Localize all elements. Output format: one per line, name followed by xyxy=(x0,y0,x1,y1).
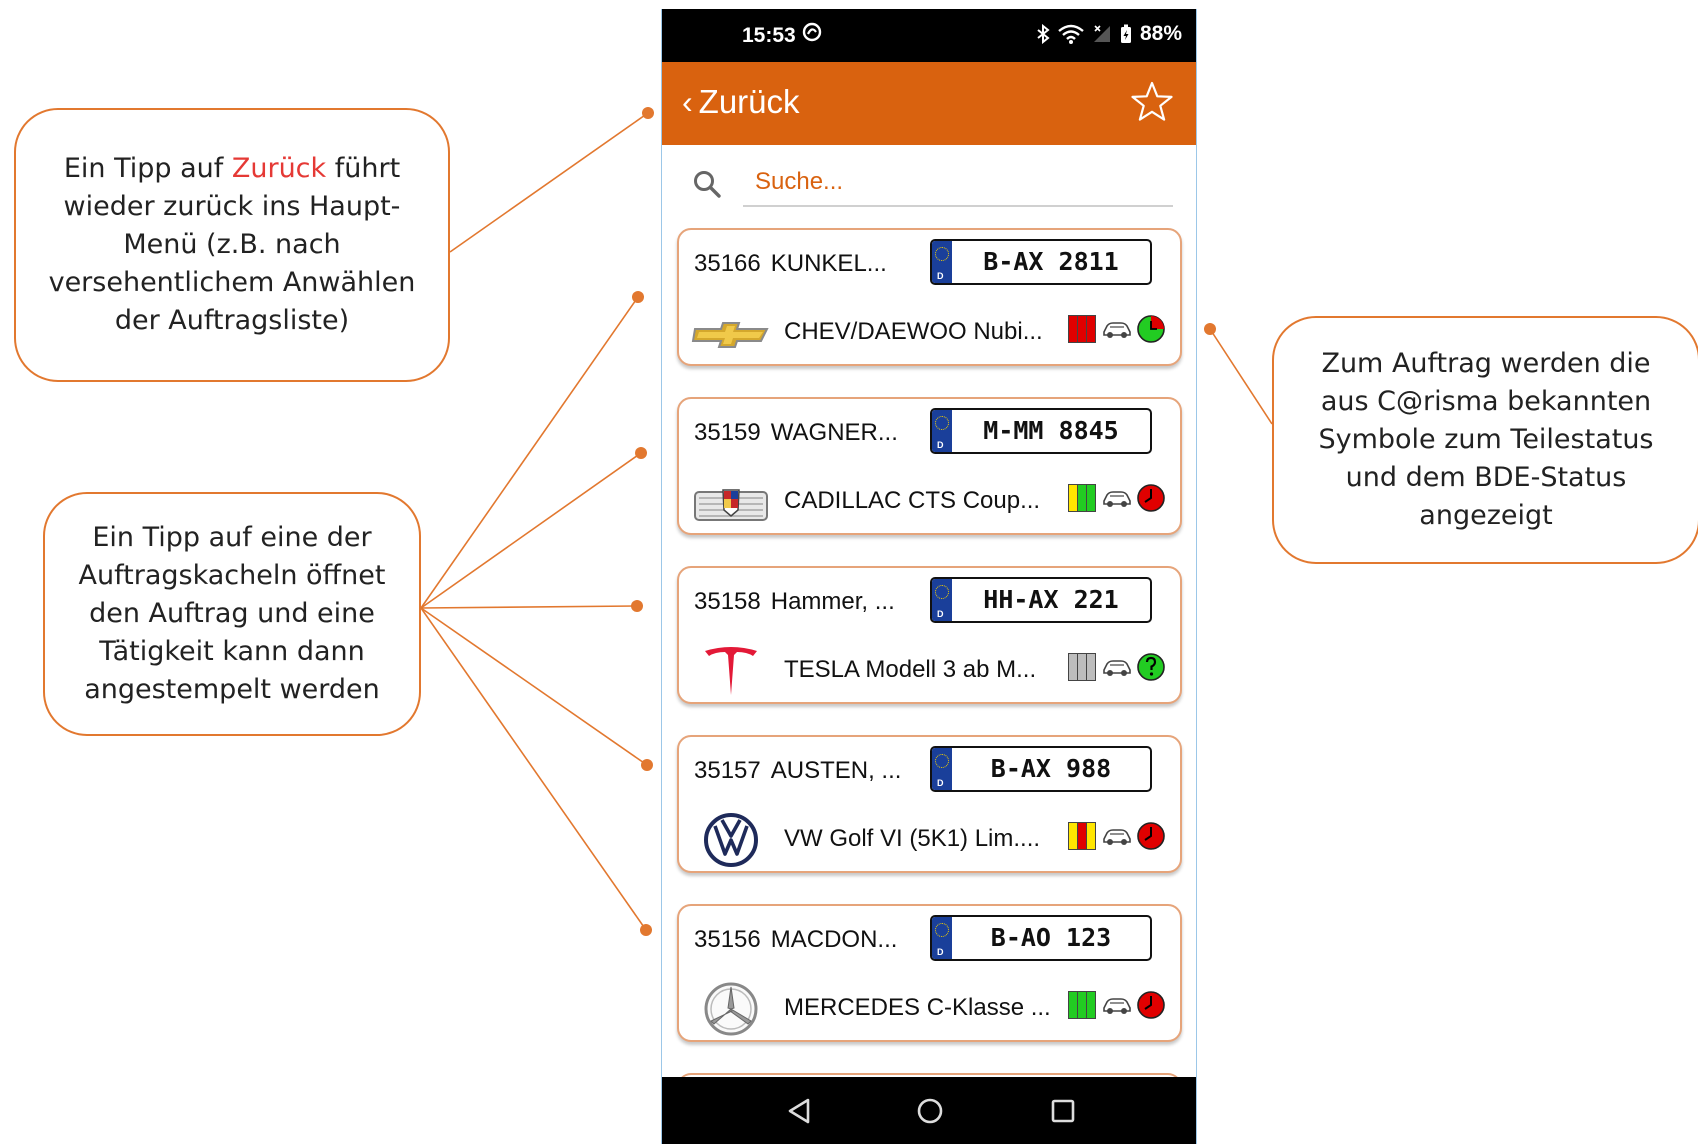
license-plate-text: B-AX 988 xyxy=(990,754,1112,783)
chevrolet-logo-icon xyxy=(691,305,771,361)
vehicle-name: CADILLAC CTS Coup... xyxy=(784,487,1041,514)
do-not-disturb-icon xyxy=(802,22,822,42)
parts-status-icon xyxy=(1068,653,1096,681)
order-card[interactable]: 35166 KUNKEL... D B-AX 2811 CHEV/DAEWOO Nubi… xyxy=(677,228,1182,366)
vehicle-status-icon xyxy=(1102,656,1132,678)
order-card[interactable]: 35156 MACDON... D B-AO 123 MERCEDES C-Klasse… xyxy=(677,904,1182,1042)
customer-name: Hammer, ... xyxy=(770,588,895,615)
parts-status-icon xyxy=(1068,991,1096,1019)
bde-status-icon xyxy=(1136,314,1166,344)
vehicle-status-icon xyxy=(1102,825,1132,847)
favorite-star-icon[interactable] xyxy=(1130,80,1174,124)
order-card[interactable]: 35158 Hammer, ... D HH-AX 221 TESLA Modell 3… xyxy=(677,566,1182,704)
app-bar: ‹ Zurück xyxy=(662,62,1196,145)
vehicle-name: MERCEDES C-Klasse ... xyxy=(784,994,1051,1021)
vehicle-name: TESLA Modell 3 ab M... xyxy=(784,656,1037,683)
order-header: 35157 AUSTEN, ... xyxy=(694,757,901,785)
chevron-left-icon: ‹ xyxy=(682,84,693,120)
vw-logo-icon xyxy=(691,812,771,868)
parts-status-icon xyxy=(1068,822,1096,850)
search-icon xyxy=(694,171,721,198)
search-input[interactable] xyxy=(743,159,1173,207)
parts-status-icon xyxy=(1068,484,1096,512)
nav-back-icon[interactable] xyxy=(786,1097,812,1125)
license-plate-text: M-MM 8845 xyxy=(983,416,1119,445)
eu-flag-icon: D xyxy=(932,748,952,790)
order-card[interactable]: 35159 WAGNER... D M-MM 8845 CADILLAC CTS Cou… xyxy=(677,397,1182,535)
wifi-icon xyxy=(1058,24,1084,44)
vehicle-status-icon xyxy=(1102,994,1132,1016)
license-plate-text: B-AX 2811 xyxy=(983,247,1119,276)
customer-name: KUNKEL... xyxy=(770,250,887,277)
battery-charging-icon xyxy=(1120,24,1131,43)
connector-dot xyxy=(635,447,647,459)
cellular-no-signal-icon xyxy=(1093,25,1110,42)
cadillac-logo-icon xyxy=(691,474,771,530)
connector-dot xyxy=(641,759,653,771)
connector-dot xyxy=(632,291,644,303)
license-plate: D HH-AX 221 xyxy=(930,577,1152,623)
vehicle-status-icon xyxy=(1102,487,1132,509)
order-number: 35157 xyxy=(694,757,761,784)
eu-flag-icon: D xyxy=(932,579,952,621)
callout-tiles: Ein Tipp auf eine der Auftragskacheln öf… xyxy=(43,492,421,736)
eu-flag-icon: D xyxy=(932,410,952,452)
connector-dot xyxy=(631,600,643,612)
order-number: 35156 xyxy=(694,926,761,953)
nav-recents-icon[interactable] xyxy=(1050,1097,1076,1125)
status-time: 15:53 xyxy=(742,24,796,47)
license-plate: D B-AO 123 xyxy=(930,915,1152,961)
bde-status-icon xyxy=(1136,821,1166,851)
order-header: 35159 WAGNER... xyxy=(694,419,898,447)
order-header: 35166 KUNKEL... xyxy=(694,250,887,278)
vehicle-name: CHEV/DAEWOO Nubi... xyxy=(784,318,1043,345)
license-plate: D M-MM 8845 xyxy=(930,408,1152,454)
battery-level: 88% xyxy=(1139,22,1182,45)
customer-name: WAGNER... xyxy=(770,419,898,446)
license-plate: D B-AX 988 xyxy=(930,746,1152,792)
license-plate-text: B-AO 123 xyxy=(990,923,1112,952)
license-plate: D B-AX 2811 xyxy=(930,239,1152,285)
status-bar: 15:53 88% xyxy=(662,9,1196,62)
order-list: 35166 KUNKEL... D B-AX 2811 CHEV/DAEWOO Nubi… xyxy=(677,228,1182,1093)
connector-dot xyxy=(642,107,654,119)
connector-dot xyxy=(640,924,652,936)
order-header: 35158 Hammer, ... xyxy=(694,588,895,616)
search-bar xyxy=(662,145,1196,225)
bde-status-icon xyxy=(1136,990,1166,1020)
parts-status-icon xyxy=(1068,315,1096,343)
bde-status-icon xyxy=(1136,483,1166,513)
order-header: 35156 MACDON... xyxy=(694,926,897,954)
phone-screen: 15:53 88% ‹ Zurück Suche... 35166 KUNKEL… xyxy=(661,9,1197,1144)
back-label: Zurück xyxy=(698,83,800,120)
bde-status-icon xyxy=(1136,652,1166,682)
callout-back-text: Ein Tipp auf Zurück führt wieder zurück … xyxy=(48,153,416,336)
callout-tiles-text: Ein Tipp auf eine der Auftragskacheln öf… xyxy=(78,522,386,705)
callout-back: Ein Tipp auf Zurück führt wieder zurück … xyxy=(14,108,450,382)
tesla-logo-icon xyxy=(691,643,771,699)
eu-flag-icon: D xyxy=(932,917,952,959)
mercedes-logo-icon xyxy=(691,981,771,1037)
order-number: 35166 xyxy=(694,250,761,277)
connector-dot xyxy=(1204,323,1216,335)
system-navigation-bar xyxy=(662,1077,1196,1144)
order-number: 35159 xyxy=(694,419,761,446)
eu-flag-icon: D xyxy=(932,241,952,283)
vehicle-name: VW Golf VI (5K1) Lim.... xyxy=(784,825,1041,852)
order-card[interactable]: 35157 AUSTEN, ... D B-AX 988 VW Golf VI (5K1… xyxy=(677,735,1182,873)
callout-status-text: Zum Auftrag werden die aus C@risma bekan… xyxy=(1318,348,1654,531)
customer-name: AUSTEN, ... xyxy=(770,757,902,784)
bluetooth-icon xyxy=(1037,24,1050,44)
order-number: 35158 xyxy=(694,588,761,615)
license-plate-text: HH-AX 221 xyxy=(983,585,1119,614)
back-button[interactable]: ‹ Zurück xyxy=(682,82,800,122)
nav-home-icon[interactable] xyxy=(916,1097,944,1125)
vehicle-status-icon xyxy=(1102,318,1132,340)
customer-name: MACDON... xyxy=(770,926,898,953)
callout-status: Zum Auftrag werden die aus C@risma bekan… xyxy=(1272,316,1698,564)
